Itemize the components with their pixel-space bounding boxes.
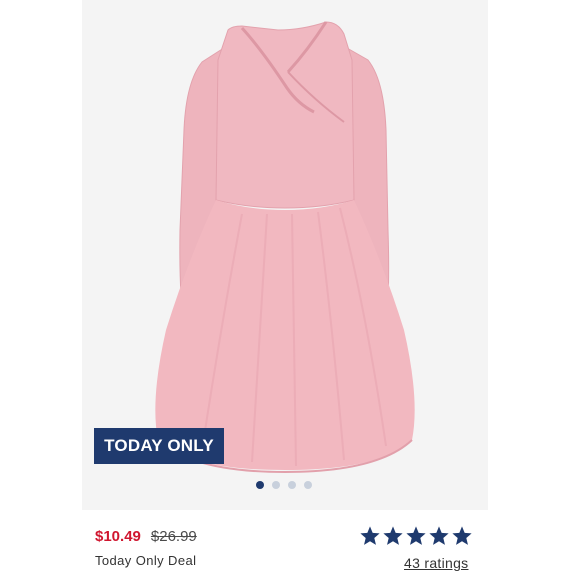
star-icon — [406, 526, 426, 545]
price-row: $10.49 $26.99 — [95, 528, 197, 545]
deal-label: Today Only Deal — [95, 553, 197, 568]
carousel-dot-4[interactable] — [304, 481, 312, 489]
sale-price: $10.49 — [95, 528, 141, 545]
product-card[interactable]: TODAY ONLY $10.49 $26.99 Today Only Deal… — [0, 0, 570, 571]
carousel-dot-3[interactable] — [288, 481, 296, 489]
original-price: $26.99 — [150, 528, 197, 545]
star-icon — [429, 526, 449, 545]
star-rating[interactable] — [359, 525, 473, 547]
ratings-link[interactable]: 43 ratings — [404, 555, 468, 571]
carousel-dot-2[interactable] — [272, 481, 280, 489]
star-icon — [383, 526, 403, 545]
star-icon — [360, 526, 380, 545]
carousel-dot-1[interactable] — [256, 481, 264, 489]
star-icon — [452, 526, 472, 545]
today-only-badge: TODAY ONLY — [94, 428, 224, 464]
carousel-dots[interactable] — [256, 481, 312, 489]
